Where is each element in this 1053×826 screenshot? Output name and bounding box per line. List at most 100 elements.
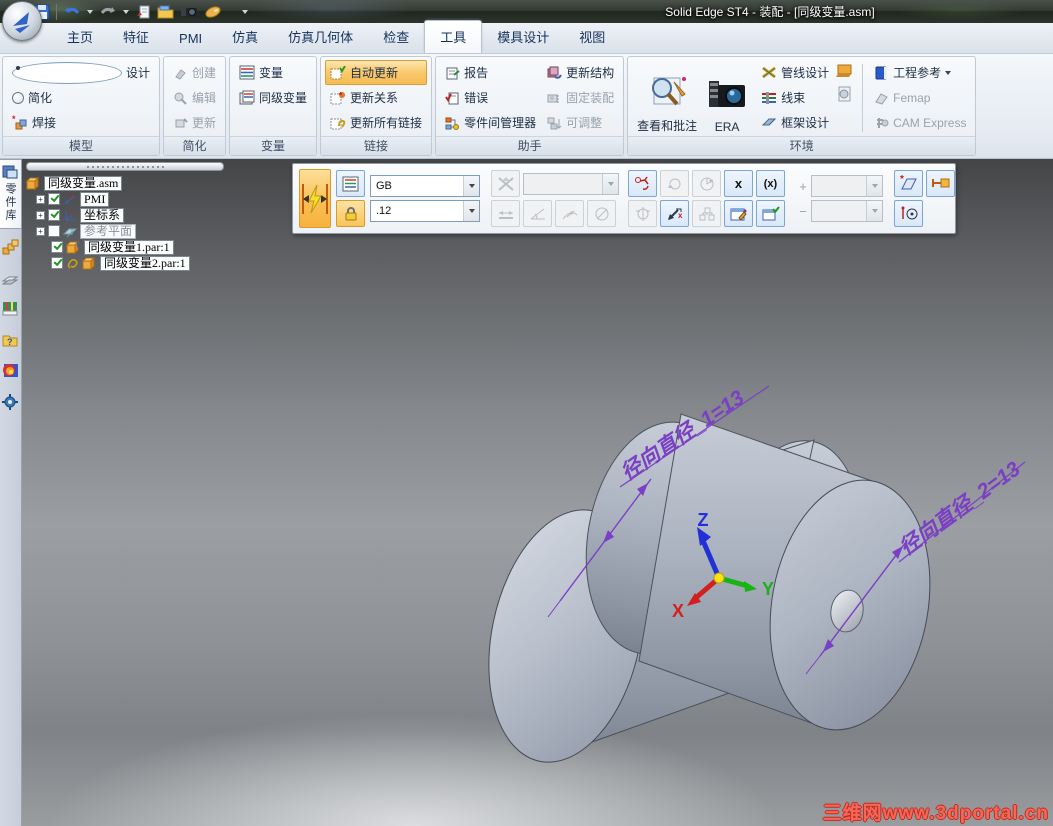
panel-drag-handle[interactable] [26,162,224,171]
update-relations-button[interactable]: * 更新关系 [325,85,427,110]
report-button[interactable]: 报告 [440,60,541,85]
edgebar-tab-sensors[interactable] [0,295,22,322]
dimension-axis-button[interactable] [491,170,520,197]
radius-dimension-button[interactable] [555,200,584,227]
application-button[interactable] [2,1,42,41]
standard-parts-icon[interactable] [836,62,854,78]
update-button[interactable]: 更新 [168,110,221,135]
tree-row-part1[interactable]: 同级变量1.par:1 [24,239,239,255]
symmetric-diameter-button[interactable] [628,200,657,227]
edgebar-tab-settings[interactable] [0,388,22,415]
edit-formula-button[interactable] [724,200,753,227]
redo-dropdown[interactable] [123,9,129,14]
tab-view[interactable]: 视图 [564,21,620,53]
rotate-dimension-button[interactable] [660,170,689,197]
variables-button[interactable]: 变量 [234,60,312,85]
tree-row-refplanes[interactable]: + 参考平面 [24,223,239,239]
pmi-checkbox[interactable] [48,193,60,205]
round-off-select[interactable]: .12 [370,200,480,222]
upper-tolerance-select[interactable] [811,175,883,197]
apply-formula-button[interactable] [756,200,785,227]
group-label-environs[interactable]: 环境 [628,136,976,155]
tab-tools[interactable]: 工具 [424,20,483,53]
adjustable-button[interactable]: 可调整 [541,110,619,135]
expand-icon[interactable]: + [36,210,45,220]
femap-button[interactable]: Femap [869,85,971,110]
linear-dimension-button[interactable] [491,200,520,227]
update-all-links-button[interactable]: 更新所有链接 [325,110,427,135]
sweep-angle-button[interactable] [692,170,721,197]
tab-simulation[interactable]: 仿真 [217,21,273,53]
interpart-manager-button[interactable]: 零件间管理器 [440,110,541,135]
select-tool-button[interactable] [135,2,151,22]
dimension-group-button[interactable] [692,200,721,227]
csys-checkbox[interactable] [48,209,60,221]
group-label-assistants[interactable]: 助手 [436,136,624,155]
peer-variables-button[interactable]: 同级变量 [234,85,312,110]
measurement-plane-button[interactable]: * [894,170,923,197]
dimension-style-select[interactable]: GB [370,175,480,197]
tab-features[interactable]: 特征 [108,21,164,53]
piping-button[interactable]: 管线设计 [756,60,834,85]
auto-update-button[interactable]: 自动更新 [325,60,428,85]
edit-button[interactable]: 编辑 [168,85,221,110]
create-button[interactable]: 创建 [168,60,221,85]
part2-checkbox[interactable] [51,257,63,269]
tab-sim-geometry[interactable]: 仿真几何体 [273,21,368,53]
frame-design-button[interactable]: 框架设计 [756,110,834,135]
delete-relation-button[interactable]: x [660,200,689,227]
undo-button[interactable] [63,2,81,22]
expand-icon[interactable]: + [36,226,45,236]
qat-overflow-button[interactable] [242,9,248,14]
engineering-reference-button[interactable]: 工程参考 [869,60,971,85]
part1-checkbox[interactable] [51,241,63,253]
variable-button[interactable]: x [724,170,753,197]
tab-pmi[interactable]: PMI [164,25,217,53]
group-label-variables[interactable]: 变量 [230,136,317,155]
group-label-simplify[interactable]: 简化 [164,136,226,155]
open-folder-button[interactable] [157,2,174,22]
cam-express-button[interactable]: CAM Express [869,110,971,135]
edgebar-tab-layers[interactable] [0,264,22,291]
lock-dimension-button[interactable] [336,200,365,227]
formula-button[interactable]: (x) [756,170,785,197]
dimension-style-mapping-button[interactable] [336,170,365,197]
edgebar-tab-assembly-groups[interactable] [0,233,22,260]
review-annotate-button[interactable]: 查看和批注 [632,60,702,136]
diameter-dimension-button[interactable] [587,200,616,227]
angle-dimension-button[interactable] [523,200,552,227]
tree-row-csys[interactable]: + x 坐标系 [24,207,239,223]
smart-dimension-button[interactable] [299,169,331,228]
design-radio[interactable]: 设计 [7,60,155,85]
axis-select[interactable] [523,172,619,195]
refplanes-checkbox[interactable] [48,225,60,237]
publish-icon[interactable] [836,86,854,102]
undo-dropdown[interactable] [87,9,93,14]
tree-row-pmi[interactable]: + * PMI [24,191,239,207]
tree-row-part2[interactable]: 同级变量2.par:1 [24,255,239,271]
era-button[interactable]: ERA [702,60,752,136]
redo-button[interactable] [99,2,117,22]
simplify-radio[interactable]: 简化 [7,85,155,110]
lower-tolerance-select[interactable] [811,200,883,222]
weld-button[interactable]: * 焊接 [7,110,155,135]
tab-mold-design[interactable]: 模具设计 [482,21,564,53]
tab-home[interactable]: 主页 [52,21,108,53]
update-structure-button[interactable]: 更新结构 [541,60,619,85]
prefix-button[interactable] [894,200,923,227]
tab-inspect[interactable]: 检查 [368,21,424,53]
edgebar-tab-simulation-results[interactable] [0,357,22,384]
expand-icon[interactable]: + [36,194,45,204]
errors-button[interactable]: 错误 [440,85,541,110]
harness-button[interactable]: 线束 [756,85,834,110]
edgebar-tab-family[interactable]: ? [0,326,22,353]
driving-dimension-button[interactable] [628,170,657,197]
group-label-links[interactable]: 链接 [321,136,432,155]
edgebar-tab-parts-library[interactable]: 零件库 [0,159,22,229]
element-select-button[interactable] [926,170,955,197]
era-camera-button[interactable] [180,2,198,22]
tree-row-root[interactable]: 同级变量.asm [24,175,239,191]
fixed-assembly-button[interactable]: 固定装配 [541,85,619,110]
highlighter-button[interactable] [204,2,222,22]
group-label-model[interactable]: 模型 [3,136,160,155]
